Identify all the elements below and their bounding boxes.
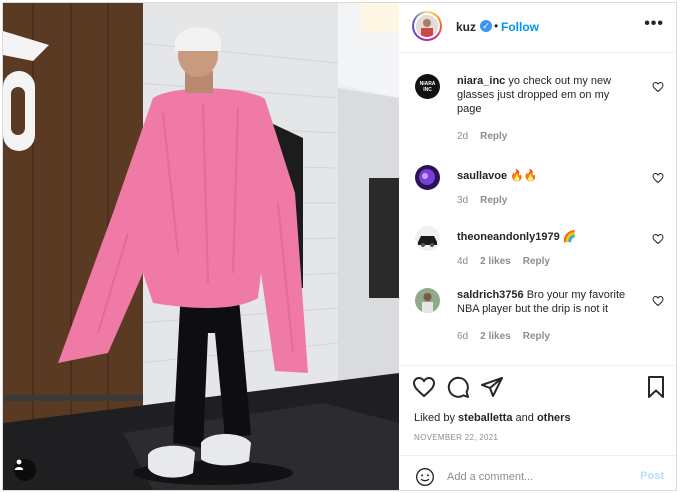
comment-likes-count[interactable]: 2 likes	[480, 256, 511, 267]
person-outdoor-avatar[interactable]	[415, 288, 440, 313]
like-comment-heart-icon[interactable]	[652, 233, 664, 245]
follow-button[interactable]: Follow	[501, 20, 539, 34]
comment-username[interactable]: niara_inc	[457, 75, 505, 87]
emoji-icon[interactable]	[415, 467, 435, 487]
comment-icon[interactable]	[446, 375, 470, 399]
like-comment-heart-icon[interactable]	[652, 295, 664, 307]
comment-time: 3d	[457, 195, 469, 206]
post-header: kuz ✓ • Follow •••	[400, 3, 676, 53]
comment-body: niara_inc yo check out my new glasses ju…	[457, 74, 633, 116]
actions-divider	[400, 365, 676, 366]
author-username[interactable]: kuz	[456, 20, 476, 34]
heart-icon[interactable]	[412, 375, 436, 399]
comment-time: 6d	[457, 331, 469, 342]
comment-meta: 2d Reply	[457, 131, 519, 142]
liked-by-summary: Liked by steballetta and others	[414, 412, 571, 424]
user-tag-icon[interactable]	[14, 459, 36, 481]
liked-by-conjunction: and	[515, 412, 534, 424]
comment-body: theoneandonly1979 🌈	[457, 230, 633, 244]
comment-body: saullavoe 🔥🔥	[457, 169, 633, 183]
comment-username[interactable]: theoneandonly1979	[457, 231, 560, 243]
reply-button[interactable]: Reply	[480, 195, 507, 206]
post-date: NOVEMBER 22, 2021	[414, 433, 499, 442]
post-button[interactable]: Post	[640, 470, 664, 482]
purple-neon-avatar[interactable]	[415, 165, 440, 190]
liked-by-others[interactable]: others	[537, 412, 571, 424]
dark-car-avatar[interactable]	[415, 226, 440, 251]
bookmark-icon[interactable]	[644, 375, 668, 399]
author-avatar[interactable]	[412, 11, 442, 41]
comment-meta: 6d 2 likes Reply	[457, 331, 562, 342]
comments-list: NIARA INC niara_inc yo check out my new g…	[400, 54, 676, 364]
comment-input[interactable]	[447, 467, 627, 487]
post-modal: kuz ✓ • Follow ••• NIARA INC niara_inc yo…	[2, 2, 677, 491]
post-actions	[400, 375, 676, 403]
liked-by-prefix: Liked by	[414, 412, 455, 424]
header-separator: •	[494, 19, 499, 33]
liked-by-user[interactable]: steballetta	[458, 412, 512, 424]
post-sidebar: kuz ✓ • Follow ••• NIARA INC niara_inc yo…	[400, 3, 676, 490]
niara-inc-logo-avatar[interactable]: NIARA INC	[415, 74, 440, 99]
like-comment-heart-icon[interactable]	[652, 172, 664, 184]
add-comment-bar: Post	[400, 456, 676, 490]
comment-meta: 4d 2 likes Reply	[457, 256, 562, 267]
comment-meta: 3d Reply	[457, 195, 519, 206]
reply-button[interactable]: Reply	[523, 256, 550, 267]
reply-button[interactable]: Reply	[480, 131, 507, 142]
post-photo[interactable]	[3, 3, 399, 490]
comment-likes-count[interactable]: 2 likes	[480, 331, 511, 342]
comment-time: 2d	[457, 131, 469, 142]
comment-username[interactable]: saldrich3756	[457, 289, 524, 301]
photo-illustration	[3, 3, 399, 490]
more-options-button[interactable]: •••	[644, 15, 664, 33]
comment-time: 4d	[457, 256, 469, 267]
comment-text: 🔥🔥	[510, 170, 538, 182]
svg-text:INC: INC	[423, 87, 432, 93]
comment-body: saldrich3756 Bro your my favorite NBA pl…	[457, 288, 633, 316]
share-icon[interactable]	[480, 375, 504, 399]
comment-text: 🌈	[562, 231, 577, 243]
verified-icon: ✓	[480, 20, 492, 32]
like-comment-heart-icon[interactable]	[652, 81, 664, 93]
comment-username[interactable]: saullavoe	[457, 170, 507, 182]
reply-button[interactable]: Reply	[523, 331, 550, 342]
